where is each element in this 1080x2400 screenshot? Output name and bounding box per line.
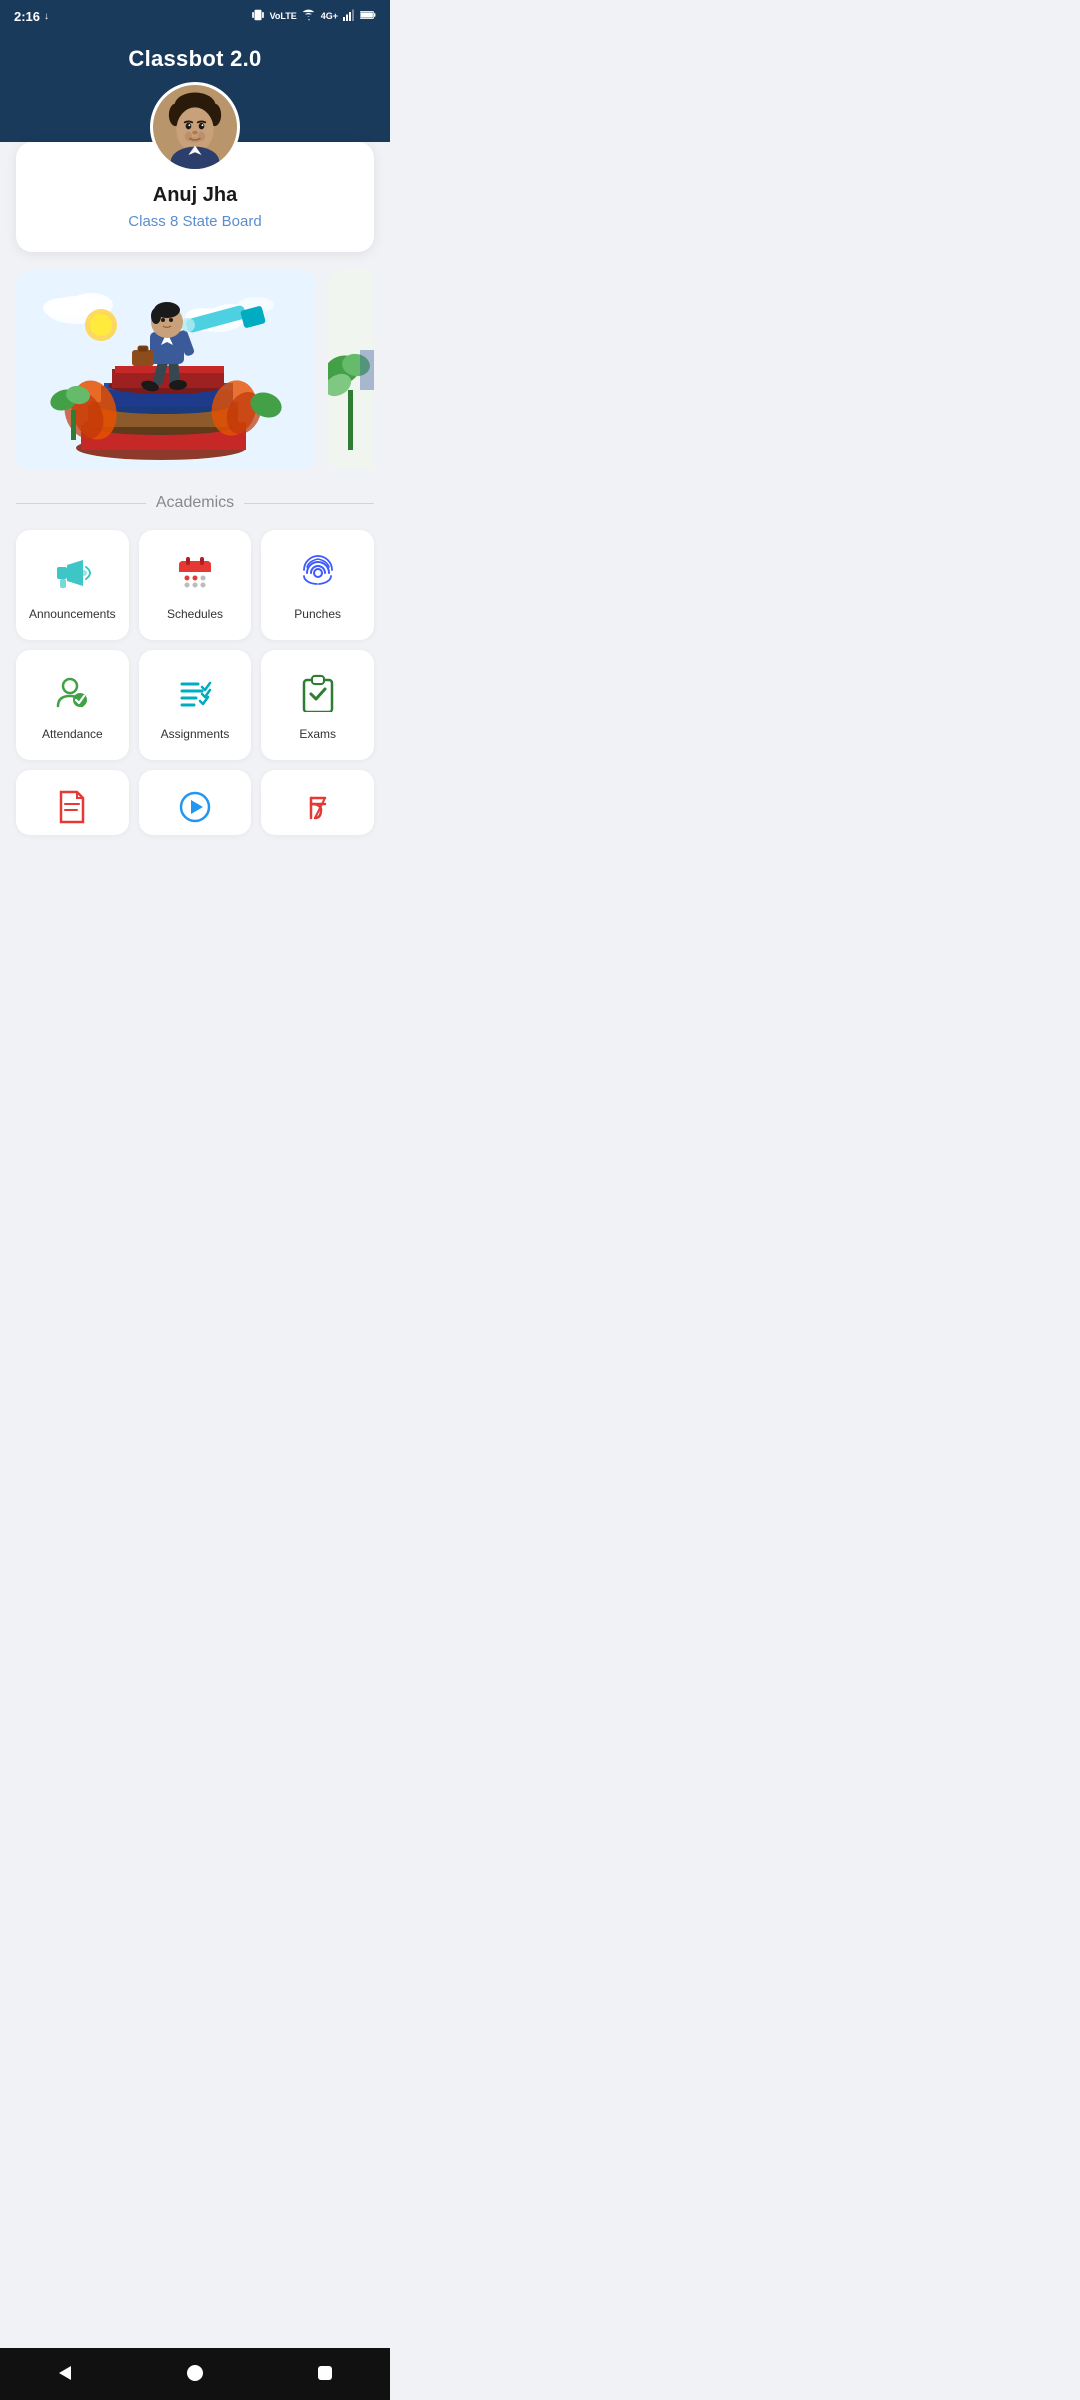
academics-grid-row2: Attendance Assignments [16,650,374,760]
nav-home-button[interactable] [173,2357,217,2389]
section-line-right [244,503,374,504]
exams-svg [299,674,337,712]
attendance-item[interactable]: Attendance [16,650,129,760]
megaphone-svg [53,554,91,592]
nav-back-button[interactable] [43,2357,87,2389]
academics-grid-row3 [16,770,374,835]
battery-icon [360,8,376,25]
home-circle-icon [185,2363,205,2383]
signal-4g-icon: 4G+ [321,11,338,21]
status-time: 2:16 ↓ [14,9,49,24]
exams-icon [299,674,337,717]
academics-grid-row1: Announcements [16,530,374,640]
profile-name: Anuj Jha [36,184,354,207]
status-icons: VoLTE 4G+ [251,8,376,25]
banner-container[interactable] [16,270,374,470]
punches-icon [299,554,337,597]
assignments-icon [176,674,214,717]
announcements-label: Announcements [29,607,116,621]
avatar-image [153,82,237,172]
avatar-wrapper [16,82,374,172]
banner-card-main[interactable] [16,270,316,470]
back-arrow-icon [55,2363,75,2383]
academics-section: Academics Announcements [0,494,390,835]
rupee-item[interactable] [261,770,374,835]
attendance-icon [53,674,91,717]
attendance-label: Attendance [42,727,103,741]
section-line-left [16,503,146,504]
avatar [150,82,240,172]
assignments-item[interactable]: Assignments [139,650,252,760]
status-bar: 2:16 ↓ VoLTE 4G+ [0,0,390,32]
exams-label: Exams [299,727,336,741]
recents-square-icon [316,2364,334,2382]
banner-partial-illustration [328,270,374,470]
play-item[interactable] [139,770,252,835]
announcements-item[interactable]: Announcements [16,530,129,640]
wifi-icon [302,8,316,25]
volte-icon: VoLTE [270,11,297,21]
banner-section[interactable] [0,270,390,470]
section-header: Academics [16,494,374,512]
profile-section: Anuj Jha Class 8 State Board [16,82,374,252]
signal-bars-icon [343,8,355,25]
punches-label: Punches [294,607,341,621]
punches-item[interactable]: Punches [261,530,374,640]
schedules-icon [176,554,214,597]
fingerprint-svg [299,554,337,592]
assignments-svg [176,674,214,712]
doc-item[interactable] [16,770,129,835]
vibrate-icon [251,8,265,25]
rupee-icon-svg [301,790,335,824]
doc-icon-svg [55,790,89,824]
announcements-icon [53,554,91,597]
schedules-label: Schedules [167,607,223,621]
play-icon-svg [178,790,212,824]
nav-bar [0,2348,390,2400]
profile-class: Class 8 State Board [36,213,354,230]
banner-illustration [16,270,316,470]
attendance-svg [53,674,91,712]
time-display: 2:16 [14,9,40,24]
app-title: Classbot 2.0 [0,46,390,72]
calendar-svg [176,554,214,592]
assignments-label: Assignments [161,727,230,741]
exams-item[interactable]: Exams [261,650,374,760]
banner-card-partial [328,270,374,470]
download-icon: ↓ [44,11,49,22]
nav-recents-button[interactable] [303,2357,347,2389]
academics-title: Academics [156,494,234,512]
schedules-item[interactable]: Schedules [139,530,252,640]
